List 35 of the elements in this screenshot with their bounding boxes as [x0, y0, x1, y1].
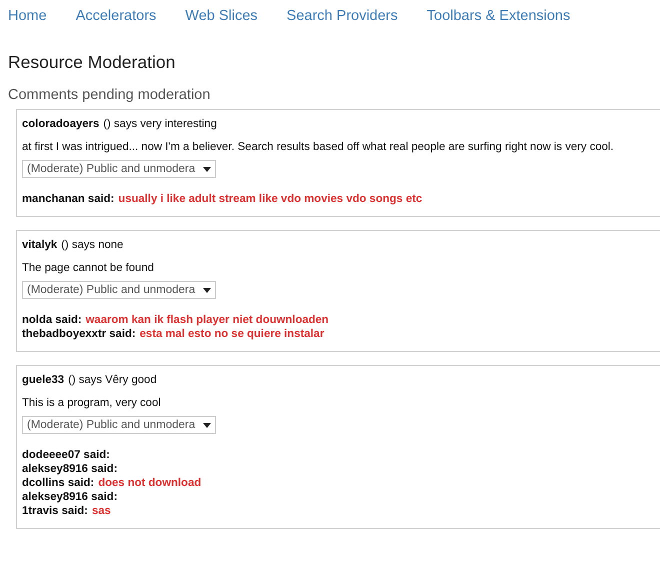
moderation-dropdown[interactable]: (Moderate) Public and unmodera: [22, 416, 216, 434]
comment-text: esta mal esto no se quiere instalar: [140, 328, 324, 340]
nav-link[interactable]: Accelerators: [76, 8, 156, 24]
comment-text: waarom kan ik flash player niet douwnloaden: [86, 314, 329, 326]
section-heading: Comments pending moderation: [8, 87, 212, 103]
review-text: The page cannot be found: [22, 261, 155, 276]
nav-link[interactable]: Home: [8, 8, 47, 24]
comment-author: dcollins said:: [22, 477, 94, 489]
review-text: at first I was intrigued... now I'm a believer. Search results based off what real people are surfing right now is very cool.: [22, 140, 615, 155]
comment-author: nolda said:: [22, 314, 82, 326]
comment-author: dodeeee07 said:: [22, 449, 110, 461]
comment-author: aleksey8916 said:: [22, 463, 118, 475]
username: vitalyk: [22, 239, 58, 251]
page-title: Resource Moderation: [8, 52, 176, 73]
rating-text: () says none: [61, 239, 124, 251]
nav-link[interactable]: Web Slices: [185, 8, 258, 24]
comment-author: aleksey8916 said:: [22, 491, 118, 503]
username: guele33: [22, 374, 64, 386]
comment-author: 1travis said:: [22, 505, 88, 517]
moderation-dropdown[interactable]: (Moderate) Public and unmodera: [22, 281, 216, 299]
comment-text: sas: [92, 505, 111, 517]
username: coloradoayers: [22, 118, 100, 130]
nav-link[interactable]: Search Providers: [286, 8, 398, 24]
comment-text: usually i like adult stream like vdo movies vdo songs etc: [118, 193, 422, 205]
comment-author: thebadboyexxtr said:: [22, 328, 136, 340]
rating-text: () says Vêry good: [68, 374, 157, 386]
rating-text: () says very interesting: [103, 118, 217, 130]
moderation-dropdown[interactable]: (Moderate) Public and unmodera: [22, 160, 216, 178]
caret-icon: [203, 166, 212, 172]
nav-link[interactable]: Toolbars & Extensions: [426, 8, 570, 24]
review-text: This is a program, very cool: [22, 396, 162, 411]
caret-icon: [203, 422, 212, 428]
comment-text: does not download: [98, 477, 202, 489]
comment-author: manchanan said:: [22, 193, 114, 205]
caret-icon: [203, 288, 212, 292]
